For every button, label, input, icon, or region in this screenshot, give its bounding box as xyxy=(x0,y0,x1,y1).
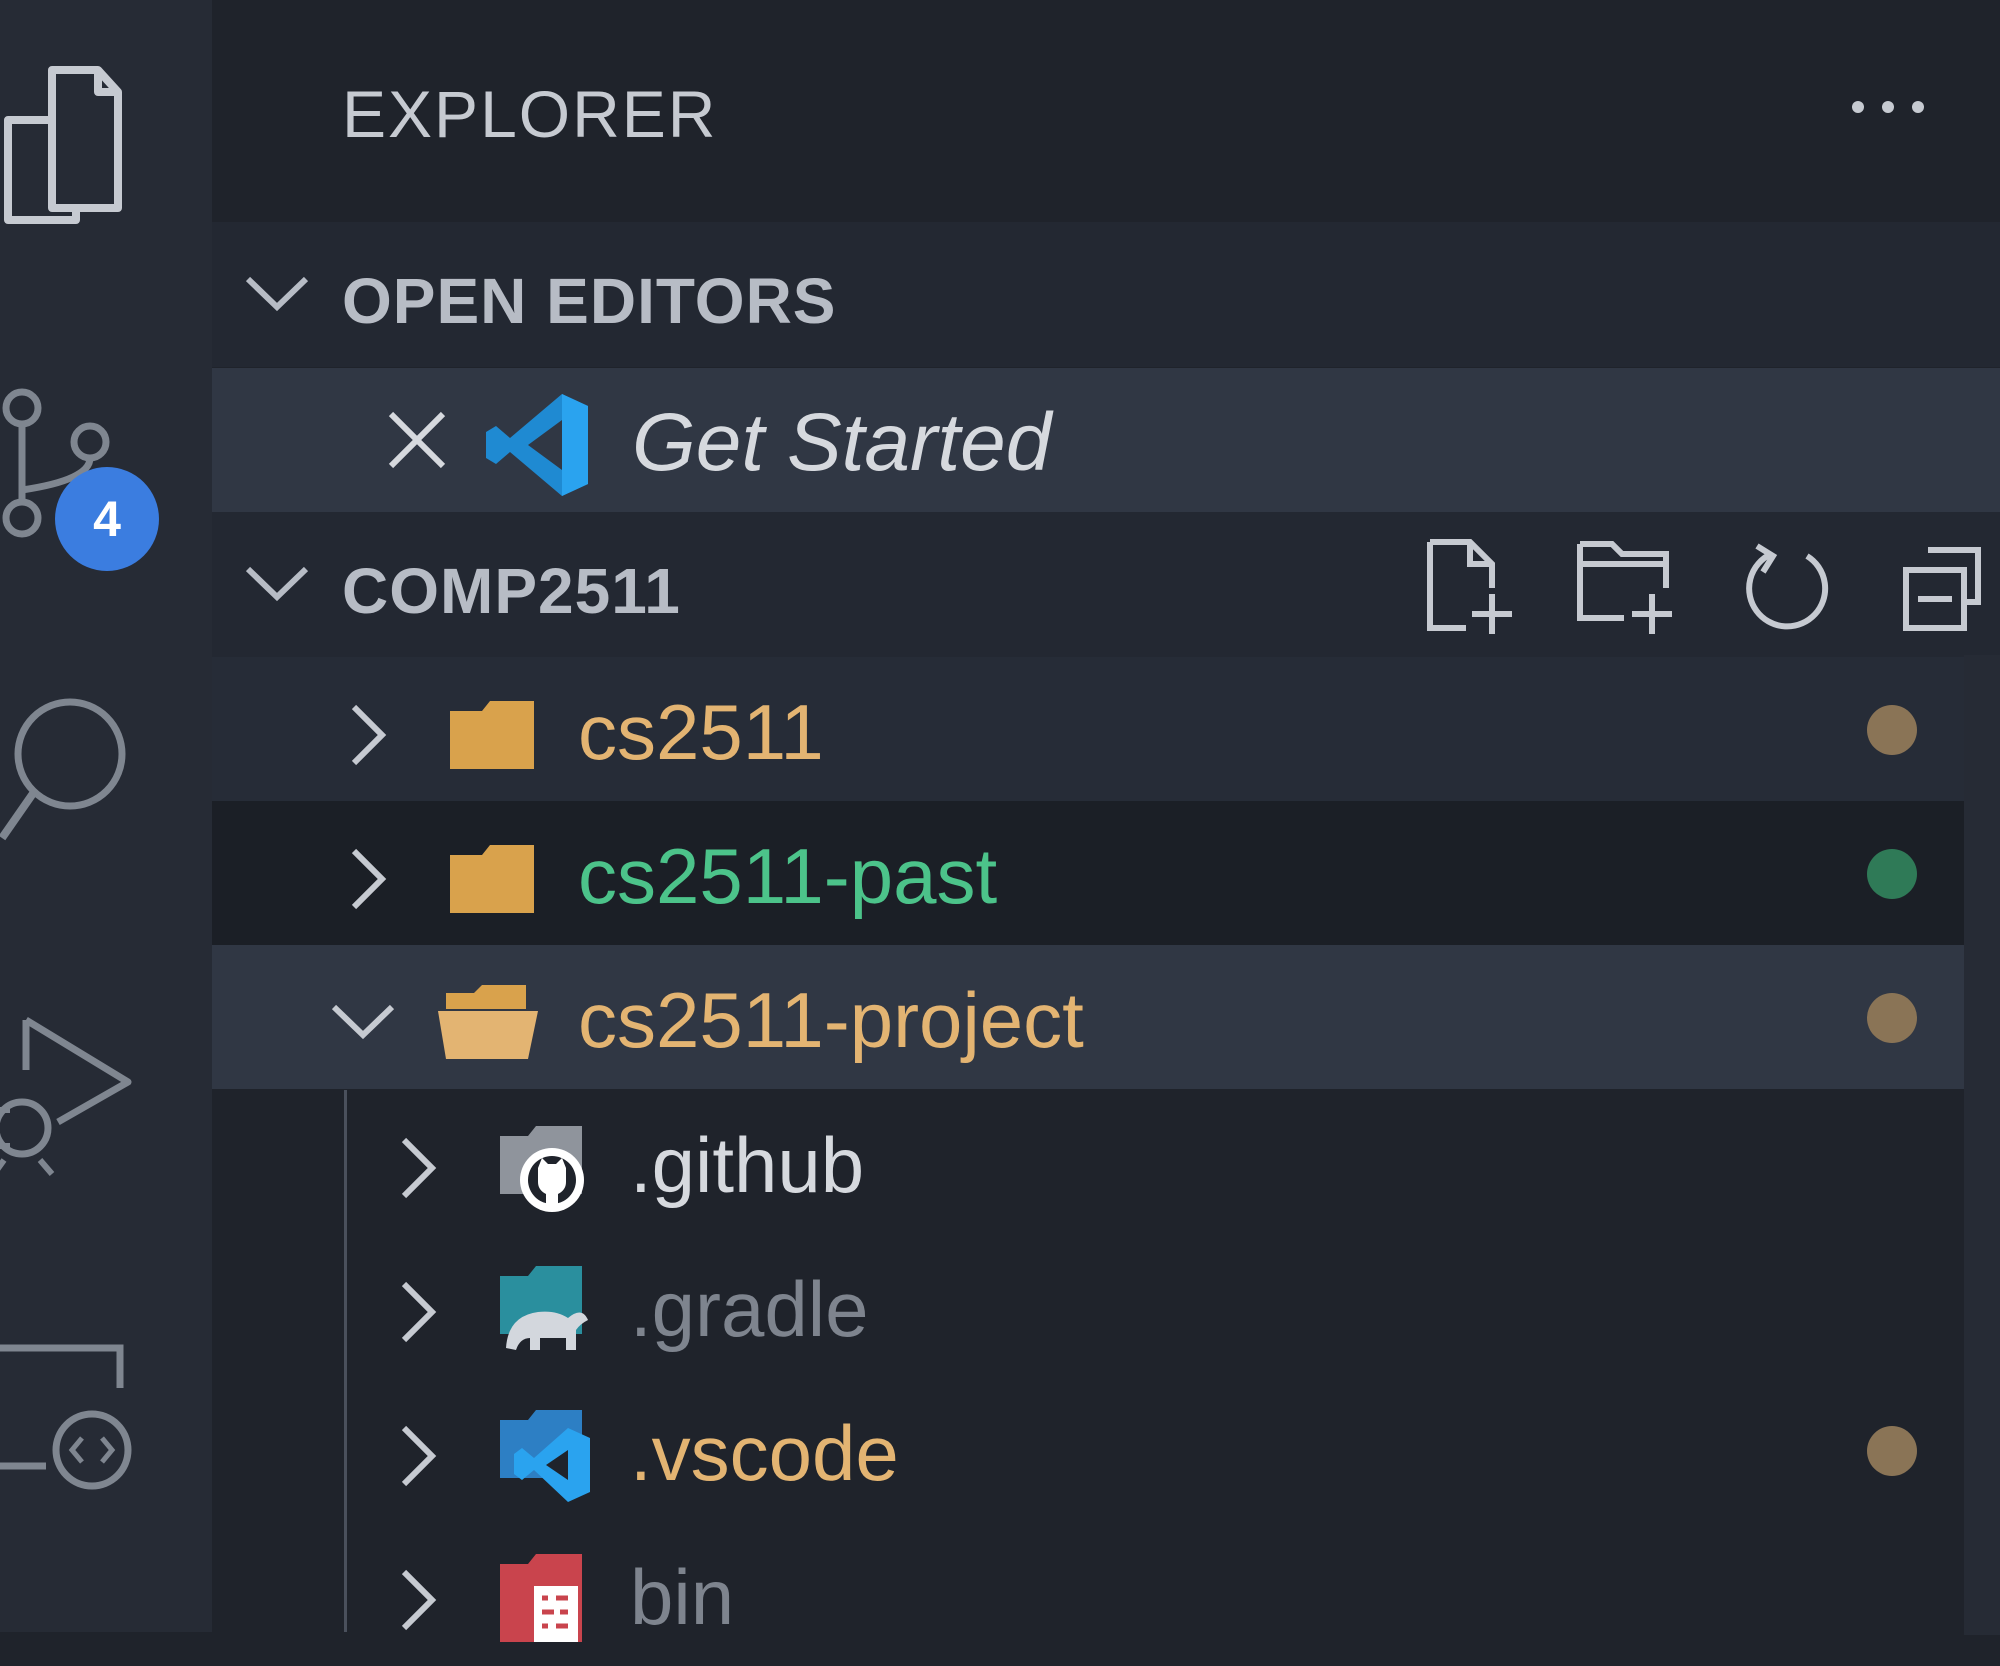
tree-folder-gradle[interactable]: .gradle xyxy=(212,1234,1964,1378)
files-icon[interactable] xyxy=(0,60,130,230)
status-dot xyxy=(1867,849,1917,899)
open-editor-label: Get Started xyxy=(632,397,1052,488)
open-editor-item[interactable]: Get Started xyxy=(212,368,2000,512)
ellipsis-icon[interactable] xyxy=(1832,70,1952,140)
collapse-all-icon[interactable] xyxy=(1898,542,1998,647)
chevron-down-icon xyxy=(242,557,312,612)
explorer-title: EXPLORER xyxy=(342,77,718,151)
tree-folder-cs2511-past[interactable]: cs2511-past xyxy=(212,801,1964,945)
tree-folder-cs2511-project[interactable]: cs2511-project xyxy=(212,945,2000,1089)
tree-folder-cs2511[interactable]: cs2511 xyxy=(212,657,1964,801)
chevron-right-icon xyxy=(342,847,392,916)
github-folder-icon xyxy=(498,1124,594,1225)
new-folder-icon[interactable] xyxy=(1574,538,1684,643)
tree-item-label: bin xyxy=(630,1553,735,1641)
chevron-down-icon xyxy=(328,995,398,1050)
vscode-icon xyxy=(484,390,594,505)
search-icon[interactable] xyxy=(0,690,140,850)
chevron-right-icon xyxy=(392,1424,442,1493)
open-editors-section-header[interactable]: OPEN EDITORS xyxy=(212,222,2000,367)
explorer-header: EXPLORER xyxy=(212,0,2000,222)
activity-bar: 4 xyxy=(0,0,212,1632)
remote-explorer-icon[interactable] xyxy=(0,1340,140,1500)
open-editors-title: OPEN EDITORS xyxy=(342,265,837,337)
source-control-badge: 4 xyxy=(55,467,159,571)
tree-folder-bin[interactable]: bin xyxy=(212,1522,1964,1666)
tree-item-label: cs2511-project xyxy=(578,976,1084,1064)
status-dot xyxy=(1867,993,1917,1043)
tree-item-label: .github xyxy=(630,1121,865,1209)
workspace-section-header[interactable]: COMP2511 xyxy=(212,512,2000,657)
close-icon[interactable] xyxy=(387,410,447,475)
chevron-down-icon xyxy=(242,267,312,322)
gradle-folder-icon xyxy=(498,1264,594,1365)
tree-item-label: cs2511 xyxy=(578,688,824,776)
status-dot xyxy=(1867,705,1917,755)
explorer-sidebar: EXPLORER OPEN EDITORS Get Started COMP25… xyxy=(212,0,2000,1642)
folder-icon xyxy=(448,697,538,776)
chevron-right-icon xyxy=(342,703,392,772)
folder-icon xyxy=(448,841,538,920)
tree-item-label: .gradle xyxy=(630,1265,869,1353)
scrollbar[interactable] xyxy=(1964,655,2000,1635)
vscode-folder-icon xyxy=(498,1408,594,1509)
workspace-title: COMP2511 xyxy=(342,555,681,627)
status-dot xyxy=(1867,1426,1917,1476)
tree-item-label: cs2511-past xyxy=(578,832,998,920)
tree-item-label: .vscode xyxy=(630,1409,899,1497)
chevron-right-icon xyxy=(392,1280,442,1349)
chevron-right-icon xyxy=(392,1568,442,1637)
refresh-icon[interactable] xyxy=(1737,542,1837,647)
tree-folder-vscode[interactable]: .vscode xyxy=(212,1378,1964,1522)
bin-folder-icon xyxy=(498,1552,594,1653)
folder-open-icon xyxy=(436,981,540,1066)
tree-folder-github[interactable]: .github xyxy=(212,1090,1964,1234)
run-debug-icon[interactable] xyxy=(0,1010,140,1190)
new-file-icon[interactable] xyxy=(1422,538,1522,643)
chevron-right-icon xyxy=(392,1136,442,1205)
